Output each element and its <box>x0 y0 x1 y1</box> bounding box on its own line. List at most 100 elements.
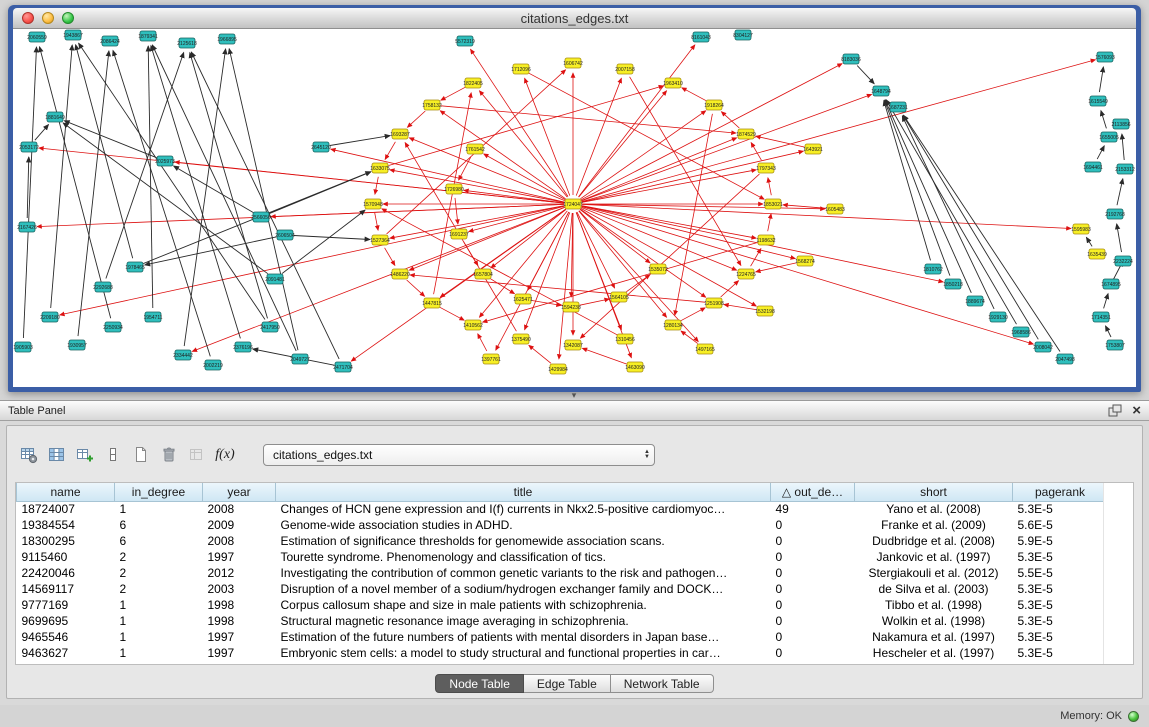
graph-edge[interactable] <box>581 64 842 200</box>
table-scrollbar[interactable] <box>1103 483 1133 664</box>
table-row[interactable]: 946362711997Embryonic stem cells: a mode… <box>17 645 1108 661</box>
table-row[interactable]: 2242004622012Investigating the contribut… <box>17 565 1108 581</box>
graph-edge[interactable] <box>580 174 759 338</box>
row-height-button[interactable] <box>99 442 127 469</box>
graph-edge[interactable] <box>529 345 551 363</box>
graph-node[interactable]: 1694461 <box>1083 162 1103 172</box>
table-cell[interactable]: 5.3E-5 <box>1013 501 1108 517</box>
table-cell[interactable]: 1998 <box>203 613 276 629</box>
table-cell[interactable]: 6 <box>115 533 203 549</box>
table-cell[interactable]: Jankovic et al. (1997) <box>855 549 1013 565</box>
graph-edge[interactable] <box>1101 111 1107 129</box>
graph-edge[interactable] <box>682 88 706 101</box>
table-cell[interactable]: 9115460 <box>17 549 115 565</box>
graph-node[interactable]: 1930957 <box>67 340 87 350</box>
graph-node[interactable]: 2209180 <box>40 312 60 322</box>
zoom-button[interactable] <box>62 12 74 24</box>
table-cell[interactable]: 1 <box>115 501 203 517</box>
table-cell[interactable]: 19384554 <box>17 517 115 533</box>
table-cell[interactable]: 1 <box>115 597 203 613</box>
table-cell[interactable]: 0 <box>771 629 855 645</box>
graph-node[interactable]: 1342087 <box>563 340 583 350</box>
graph-edge[interactable] <box>1117 224 1122 252</box>
table-cell[interactable]: Embryonic stem cells: a model to study s… <box>276 645 771 661</box>
graph-edge[interactable] <box>751 249 761 267</box>
graph-edge[interactable] <box>282 210 365 273</box>
graph-edge[interactable] <box>886 100 1017 325</box>
graph-edge[interactable] <box>375 213 378 230</box>
table-cell[interactable]: Tibbo et al. (1998) <box>855 597 1013 613</box>
table-cell[interactable]: 2 <box>115 549 203 565</box>
table-cell[interactable]: 0 <box>771 549 855 565</box>
graph-edge[interactable] <box>385 142 395 160</box>
graph-node[interactable]: 2153312 <box>1115 164 1135 174</box>
graph-edge[interactable] <box>579 45 695 197</box>
graph-edge[interactable] <box>174 166 254 213</box>
table-cell[interactable]: 1 <box>115 629 203 645</box>
graph-edge[interactable] <box>681 308 705 321</box>
graph-edge[interactable] <box>375 177 378 194</box>
graph-edge[interactable] <box>184 49 225 346</box>
table-cell[interactable]: 5.9E-5 <box>1013 533 1108 549</box>
graph-node[interactable]: 1889674 <box>965 296 985 306</box>
graph-node[interactable]: 2334442 <box>173 350 193 360</box>
graph-node[interactable]: 2025973 <box>155 156 175 166</box>
close-panel-icon[interactable]: × <box>1132 405 1141 417</box>
graph-edge[interactable] <box>525 78 570 195</box>
graph-edge[interactable] <box>390 170 564 203</box>
table-cell[interactable]: 0 <box>771 645 855 661</box>
graph-node[interactable]: 2007158 <box>615 64 635 74</box>
graph-node[interactable]: 1532198 <box>755 306 775 316</box>
graph-edge[interactable] <box>904 115 1061 351</box>
table-mode-button[interactable] <box>15 442 43 469</box>
graph-node[interactable]: 1429984 <box>548 364 568 374</box>
graph-node[interactable]: 2232224 <box>1113 256 1133 266</box>
graph-node[interactable]: 1625471 <box>513 294 533 304</box>
table-cell[interactable]: 5.5E-5 <box>1013 565 1108 581</box>
graph-edge[interactable] <box>389 86 664 166</box>
column-header-name[interactable]: name <box>17 483 115 501</box>
graph-node[interactable]: 1397761 <box>481 354 501 364</box>
graph-edge[interactable] <box>580 299 609 305</box>
graph-edge[interactable] <box>582 60 1096 202</box>
table-cell[interactable]: 0 <box>771 613 855 629</box>
graph-node[interactable]: 1655005 <box>1099 132 1119 142</box>
graph-node[interactable]: 1527364 <box>370 235 390 245</box>
table-cell[interactable]: Estimation of the future numbers of pati… <box>276 629 771 645</box>
graph-node[interactable]: 1753807 <box>1105 340 1125 350</box>
graph-node[interactable]: 1724047 <box>563 199 583 209</box>
graph-edge[interactable] <box>1086 237 1092 246</box>
graph-node[interactable]: 1822405 <box>463 78 483 88</box>
graph-node[interactable]: 1486220 <box>390 269 410 279</box>
graph-edge[interactable] <box>469 206 565 231</box>
graph-edge[interactable] <box>271 204 564 216</box>
graph-edge[interactable] <box>148 46 153 308</box>
delete-table-button[interactable] <box>155 442 183 469</box>
graph-node[interactable]: 1674895 <box>1101 279 1121 289</box>
graph-edge[interactable] <box>294 236 370 240</box>
graph-edge[interactable] <box>582 151 804 202</box>
graph-edge[interactable] <box>1122 134 1124 160</box>
table-cell[interactable]: Yano et al. (2008) <box>855 501 1013 517</box>
graph-node[interactable]: 1693287 <box>390 129 410 139</box>
new-table-button[interactable] <box>127 442 155 469</box>
graph-node[interactable]: 1797343 <box>756 163 776 173</box>
table-cell[interactable]: 5.6E-5 <box>1013 517 1108 533</box>
graph-node[interactable]: 1691237 <box>449 229 469 239</box>
graph-edge[interactable] <box>768 214 771 231</box>
table-row[interactable]: 977716911998Corpus callosum shape and si… <box>17 597 1108 613</box>
float-panel-icon[interactable] <box>1108 404 1122 417</box>
close-button[interactable] <box>22 12 34 24</box>
graph-node[interactable]: 2002219 <box>203 360 223 370</box>
graph-node[interactable]: 5572319 <box>455 36 475 46</box>
table-cell[interactable]: 2009 <box>203 517 276 533</box>
graph-edge[interactable] <box>1117 179 1123 205</box>
graph-edge[interactable] <box>76 45 133 259</box>
graph-node[interactable]: 1463090 <box>625 362 645 372</box>
graph-node[interactable]: 2606504 <box>275 230 295 240</box>
graph-node[interactable]: 1568274 <box>795 256 815 266</box>
graph-node[interactable]: 1978465 <box>125 262 145 272</box>
table-cell[interactable]: 9465546 <box>17 629 115 645</box>
graph-node[interactable]: 1447815 <box>422 298 442 308</box>
graph-node[interactable]: 1810762 <box>923 264 943 274</box>
